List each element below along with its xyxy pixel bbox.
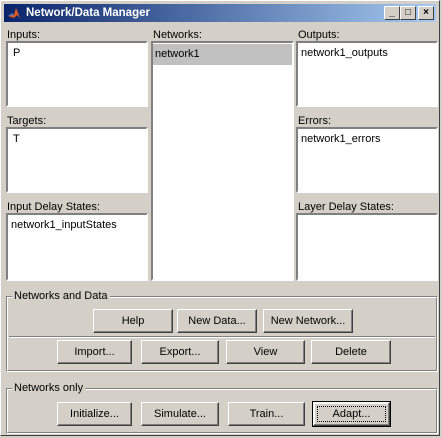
group-divider — [9, 336, 435, 338]
outputs-item[interactable]: network1_outputs — [301, 47, 388, 60]
simulate-button[interactable]: Simulate... — [141, 402, 219, 426]
networks-only-title: Networks only — [12, 382, 86, 394]
view-button[interactable]: View — [226, 340, 305, 364]
close-button[interactable]: × — [418, 6, 434, 20]
networks-item-selected[interactable]: network1 — [153, 44, 292, 65]
initialize-button[interactable]: Initialize... — [57, 402, 132, 426]
errors-label: Errors: — [298, 115, 331, 127]
maximize-button[interactable]: □ — [400, 6, 416, 20]
import-button[interactable]: Import... — [57, 340, 132, 364]
inputs-label: Inputs: — [7, 29, 41, 41]
new-data-button[interactable]: New Data... — [177, 309, 257, 333]
inputs-list[interactable]: P — [6, 41, 148, 107]
targets-list[interactable]: T — [6, 127, 148, 193]
new-network-button[interactable]: New Network... — [263, 309, 353, 333]
title-bar[interactable]: Network/Data Manager _ □ × — [4, 4, 436, 22]
matlab-logo-icon — [8, 8, 20, 18]
focus-rect — [317, 406, 386, 422]
adapt-button[interactable]: Adapt... — [312, 401, 391, 427]
layer-delay-states-list[interactable] — [296, 213, 438, 281]
maximize-icon: □ — [404, 7, 412, 18]
outputs-list[interactable]: network1_outputs — [296, 41, 438, 107]
delete-button[interactable]: Delete — [311, 340, 391, 364]
export-button[interactable]: Export... — [141, 340, 219, 364]
networks-and-data-title: Networks and Data — [12, 290, 110, 302]
input-delay-states-item[interactable]: network1_inputStates — [11, 219, 117, 232]
close-icon: × — [423, 7, 429, 18]
minimize-icon: _ — [389, 7, 395, 18]
networks-label: Networks: — [153, 29, 202, 41]
errors-item[interactable]: network1_errors — [301, 133, 380, 146]
inputs-item[interactable]: P — [13, 47, 20, 60]
help-button[interactable]: Help — [93, 309, 173, 333]
targets-label: Targets: — [7, 115, 47, 127]
networks-list[interactable]: network1 — [151, 41, 294, 281]
targets-item[interactable]: T — [13, 133, 20, 146]
outputs-label: Outputs: — [298, 29, 340, 41]
train-button[interactable]: Train... — [228, 402, 305, 426]
minimize-button[interactable]: _ — [384, 6, 400, 20]
layer-delay-states-label: Layer Delay States: — [298, 201, 394, 213]
input-delay-states-list[interactable]: network1_inputStates — [6, 213, 148, 281]
network-data-manager-window: Network/Data Manager _ □ × Inputs: P Net… — [0, 0, 440, 436]
errors-list[interactable]: network1_errors — [296, 127, 438, 193]
window-title: Network/Data Manager — [26, 7, 150, 19]
input-delay-states-label: Input Delay States: — [7, 201, 100, 213]
